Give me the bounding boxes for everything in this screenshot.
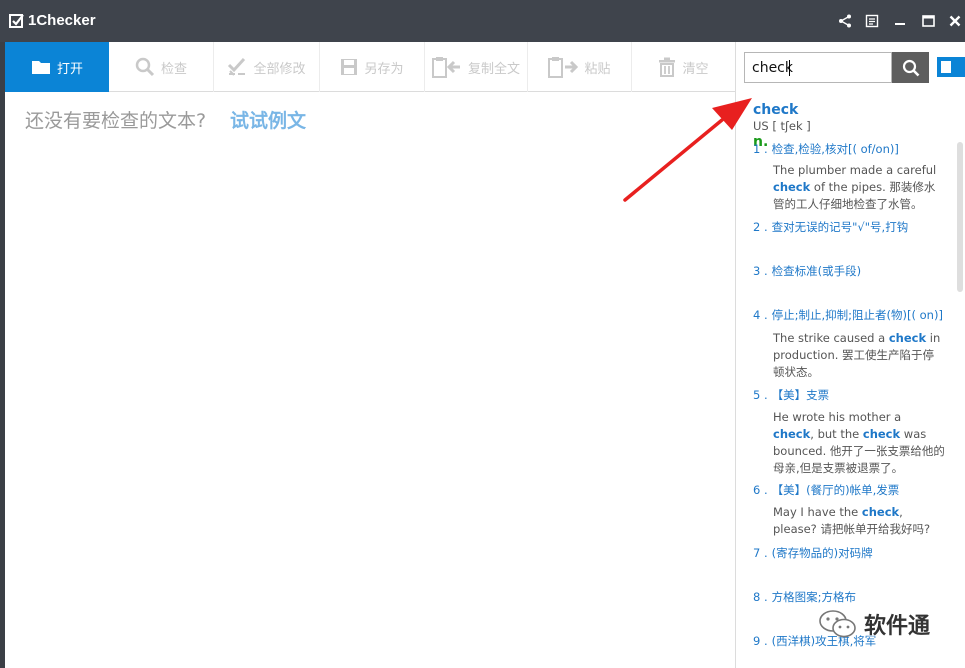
magnifier-icon xyxy=(135,57,155,77)
fix-all-button[interactable]: 全部修改 xyxy=(214,42,320,92)
highlighted-word: check xyxy=(773,180,811,194)
close-icon xyxy=(949,15,961,27)
try-sample-link[interactable]: 试试例文 xyxy=(230,106,306,133)
dictionary-scrollbar[interactable] xyxy=(957,142,963,292)
example-text: He wrote his mother a xyxy=(773,410,902,424)
sense-1: 1 . 检查,检验,核对[( of/on)] xyxy=(753,141,899,157)
search-icon xyxy=(902,59,919,76)
app-title: 1Checker xyxy=(28,12,96,29)
sense-example: The plumber made a careful check of the … xyxy=(773,162,945,213)
sense-definition: 【美】支票 xyxy=(771,388,830,402)
maximize-button[interactable] xyxy=(918,11,938,31)
sense-4: 4 . 停止;制止,抑制;阻止者(物)[( on)] xyxy=(753,307,943,323)
example-text: May I have the xyxy=(773,505,862,519)
entry-phonetic: US [ tʃek ] xyxy=(753,119,811,133)
copy-all-button-label: 复制全文 xyxy=(467,61,520,77)
entry-word: check xyxy=(753,102,799,118)
sense-definition: 检查标准(或手段) xyxy=(771,264,862,278)
example-text: The plumber made a careful xyxy=(773,163,937,177)
watermark: 软件通 xyxy=(818,608,930,640)
example-text: The strike caused a xyxy=(773,331,889,345)
sense-6: 6 . 【美】(餐厅的)帐单,发票 xyxy=(753,482,899,498)
paste-button[interactable]: 粘贴 xyxy=(528,42,632,92)
check-all-icon xyxy=(228,57,246,76)
fix-all-button-label: 全部修改 xyxy=(253,61,306,77)
highlighted-word: check xyxy=(861,505,900,519)
save-as-button-label: 另存为 xyxy=(364,61,404,77)
text-editor[interactable]: 还没有要检查的文本? 试试例文 xyxy=(5,93,735,668)
minimize-button[interactable] xyxy=(890,11,910,31)
sense-2: 2 . 查对无误的记号"√"号,打钩 xyxy=(753,219,908,235)
sense-7: 7 . (寄存物品的)对码牌 xyxy=(753,545,873,561)
sense-example: The strike caused a check in production.… xyxy=(773,330,945,381)
feedback-icon xyxy=(865,14,879,28)
sense-number: 5 . xyxy=(753,388,768,402)
sense-number: 7 . xyxy=(753,546,768,560)
sense-number: 8 . xyxy=(753,590,768,604)
share-icon xyxy=(839,14,851,28)
sense-definition: 停止;制止,抑制;阻止者(物)[( on)] xyxy=(771,308,943,322)
feedback-button[interactable] xyxy=(862,11,882,31)
sense-definition: 方格图案;方格布 xyxy=(771,590,857,604)
save-as-button[interactable]: 另存为 xyxy=(320,42,425,92)
maximize-icon xyxy=(921,15,935,27)
paste-button-label: 粘贴 xyxy=(584,61,611,77)
search-button[interactable] xyxy=(892,52,929,83)
dictionary-entry: check US [ tʃek ] n. 1 . 检查,检验,核对[( of/on… xyxy=(753,102,953,648)
wechat-icon xyxy=(819,610,856,638)
sense-8: 8 . 方格图案;方格布 xyxy=(753,589,856,605)
sense-3: 3 . 检查标准(或手段) xyxy=(753,263,861,279)
sense-number: 1 . xyxy=(753,142,768,156)
folder-icon xyxy=(31,61,50,74)
dictionary-pane: check US [ tʃek ] n. 1 .检查,检验,核对[( of/on… xyxy=(735,42,965,668)
clear-button[interactable]: 清空 xyxy=(632,42,735,92)
open-button[interactable]: 打开 xyxy=(5,42,109,92)
dictionary-toggle[interactable] xyxy=(937,57,965,77)
watermark-text: 软件通 xyxy=(864,614,931,639)
highlighted-word: check xyxy=(862,427,901,441)
empty-hint: 还没有要检查的文本? xyxy=(25,110,207,132)
open-button-label: 打开 xyxy=(56,61,83,77)
trash-icon xyxy=(659,57,676,77)
close-button[interactable] xyxy=(945,11,965,31)
search-box xyxy=(744,52,892,83)
sense-number: 2 . xyxy=(753,220,768,234)
highlighted-word: check xyxy=(888,331,927,345)
toolbar: 打开 检查 全部修改 另存为 复制全文 粘贴 清空 xyxy=(5,42,735,92)
highlighted-word: check xyxy=(773,427,811,441)
save-icon xyxy=(341,59,358,75)
main-window: 打开 检查 全部修改 另存为 复制全文 粘贴 清空 还没有要检查的文本? 试试例… xyxy=(5,42,965,668)
check-button-label: 检查 xyxy=(160,61,187,77)
sense-number: 4 . xyxy=(753,308,768,322)
sense-example: May I have the check, please? 请把帐单开给我好吗? xyxy=(773,504,945,538)
sense-number: 9 . xyxy=(753,634,768,648)
sense-number: 3 . xyxy=(753,264,768,278)
sense-definition: (寄存物品的)对码牌 xyxy=(771,546,873,560)
sense-example: He wrote his mother a check, but the che… xyxy=(773,409,945,477)
minimize-icon xyxy=(895,23,905,25)
sense-definition: 检查,检验,核对[( of/on)] xyxy=(771,142,899,156)
title-bar: 1Checker xyxy=(0,0,965,42)
sense-definition: 查对无误的记号"√"号,打钩 xyxy=(771,220,909,234)
toggle-knob xyxy=(941,61,951,73)
copy-icon xyxy=(431,57,460,78)
example-text: , but the xyxy=(810,427,863,441)
sense-5: 5 . 【美】支票 xyxy=(753,387,829,403)
check-button[interactable]: 检查 xyxy=(109,42,214,92)
clear-button-label: 清空 xyxy=(682,61,709,77)
sense-number: 6 . xyxy=(753,483,768,497)
copy-all-button[interactable]: 复制全文 xyxy=(425,42,528,92)
share-button[interactable] xyxy=(835,11,855,31)
search-input[interactable] xyxy=(745,53,891,82)
text-caret xyxy=(789,60,790,76)
sense-definition: 【美】(餐厅的)帐单,发票 xyxy=(771,483,900,497)
paste-icon xyxy=(548,57,579,78)
app-logo-icon xyxy=(9,14,24,28)
